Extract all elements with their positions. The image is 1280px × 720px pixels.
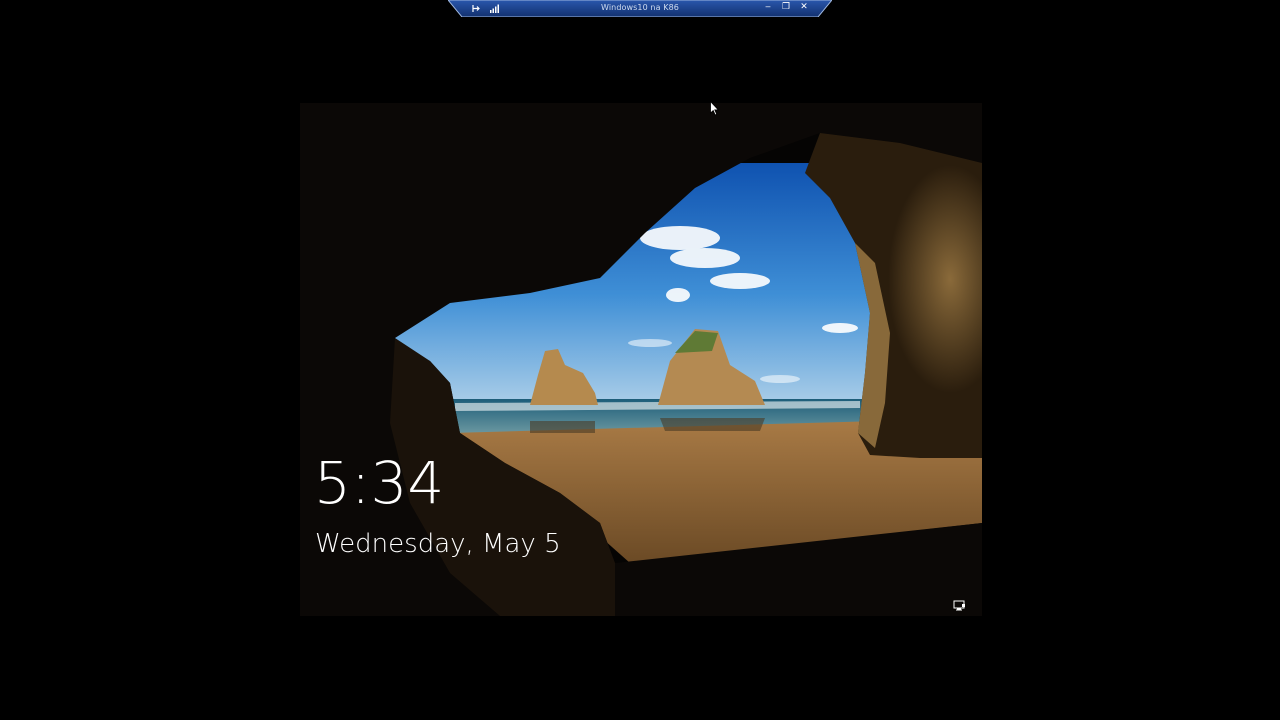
minimize-button[interactable]: ‒ [762,1,774,13]
lock-screen-time: 5:34 [314,449,445,517]
close-button[interactable]: ✕ [798,1,810,13]
lock-screen-date: Wednesday, May 5 [315,529,561,559]
remote-connection-bar[interactable]: Windows10 na K86 ‒ ❐ ✕ [448,0,832,17]
mouse-pointer-icon [710,100,720,116]
network-monitor-icon[interactable] [953,596,966,611]
remote-desktop-viewport: Windows10 na K86 ‒ ❐ ✕ 5:34 Wednesday, M… [0,0,1280,720]
restore-button[interactable]: ❐ [780,1,792,13]
